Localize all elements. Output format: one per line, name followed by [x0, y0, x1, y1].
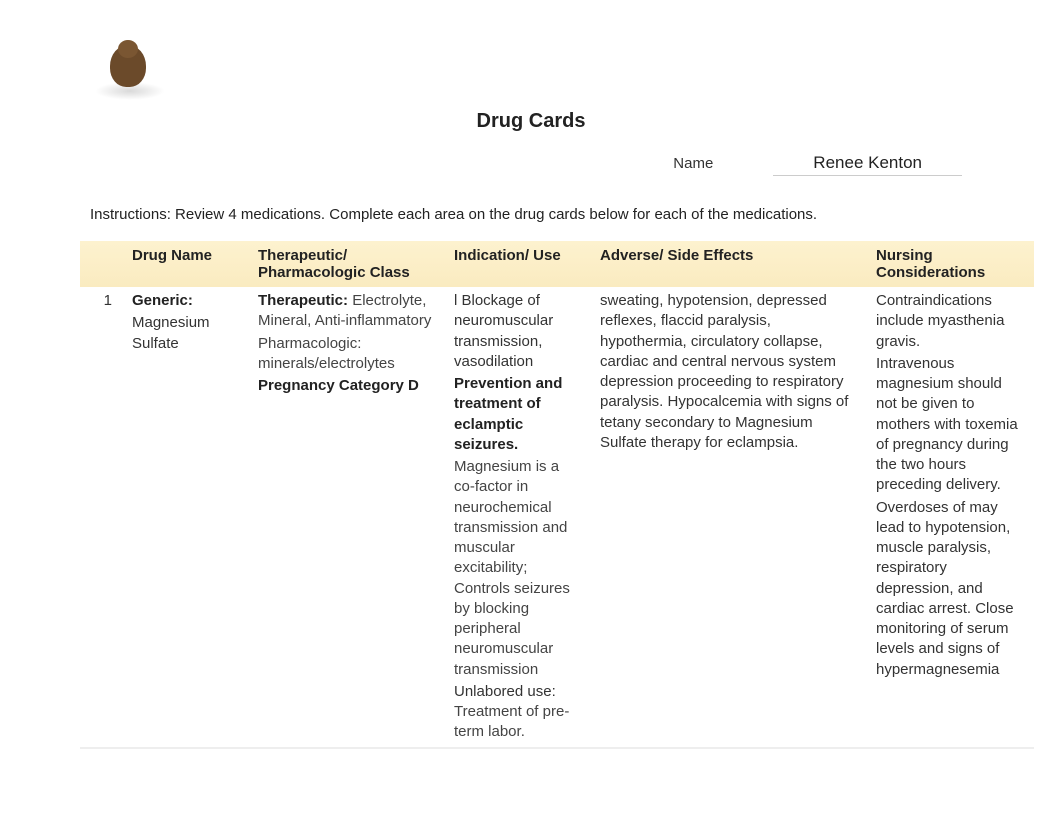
cell-adverse: sweating, hypotension, depressed reflexe…: [592, 287, 868, 748]
indication-unlabored-value: Treatment of pre-term labor.: [454, 703, 569, 740]
class-pharm-value: minerals/electrolytes: [258, 355, 395, 372]
name-value: Renee Kenton: [773, 153, 962, 176]
col-class-header: Therapeutic/ Pharmacologic Class: [250, 241, 446, 287]
indication-mechanism: Magnesium is a co-factor in neurochemica…: [454, 457, 584, 680]
class-ther-label: Therapeutic:: [258, 292, 348, 309]
class-pharm-label: Pharmacologic:: [258, 334, 438, 354]
indication-unlabored-label: Unlabored use:: [454, 682, 584, 702]
nursing-b: Intravenous magnesium should not be give…: [876, 354, 1026, 496]
nursing-c: Overdoses of may lead to hypotension, mu…: [876, 498, 1026, 680]
cell-class: Therapeutic: Electrolyte, Mineral, Anti-…: [250, 287, 446, 748]
table-header-row: Drug Name Therapeutic/ Pharmacologic Cla…: [80, 241, 1034, 287]
row-number: 1: [80, 287, 124, 748]
name-label: Name: [673, 155, 713, 172]
drug-generic-label: Generic:: [132, 292, 193, 309]
table-row: 1 Generic: Magnesium Sulfate Therapeutic…: [80, 287, 1034, 748]
col-adverse-header: Adverse/ Side Effects: [592, 241, 868, 287]
indication-prevention: Prevention and treatment of eclamptic se…: [454, 374, 584, 455]
instructions: Instructions: Review 4 medications. Comp…: [90, 206, 982, 223]
col-indication-header: Indication/ Use: [446, 241, 592, 287]
indication-block: l Blockage of neuromuscular transmission…: [454, 292, 553, 370]
cell-indication: l Blockage of neuromuscular transmission…: [446, 287, 592, 748]
col-num-header: [80, 241, 124, 287]
logo: [90, 40, 170, 100]
col-drug-header: Drug Name: [124, 241, 250, 287]
drug-generic-value: Magnesium Sulfate: [132, 313, 242, 354]
col-nursing-header: Nursing Considerations: [868, 241, 1034, 287]
nursing-a: Contraindications include myasthenia gra…: [876, 292, 1004, 350]
name-row: Name Renee Kenton: [80, 153, 982, 176]
class-pregnancy: Pregnancy Category D: [258, 376, 438, 396]
drug-table: Drug Name Therapeutic/ Pharmacologic Cla…: [80, 241, 1034, 749]
cell-drug-name: Generic: Magnesium Sulfate: [124, 287, 250, 748]
adverse-text: sweating, hypotension, depressed reflexe…: [600, 292, 848, 451]
cell-nursing: Contraindications include myasthenia gra…: [868, 287, 1034, 748]
page-title: Drug Cards: [80, 110, 982, 133]
